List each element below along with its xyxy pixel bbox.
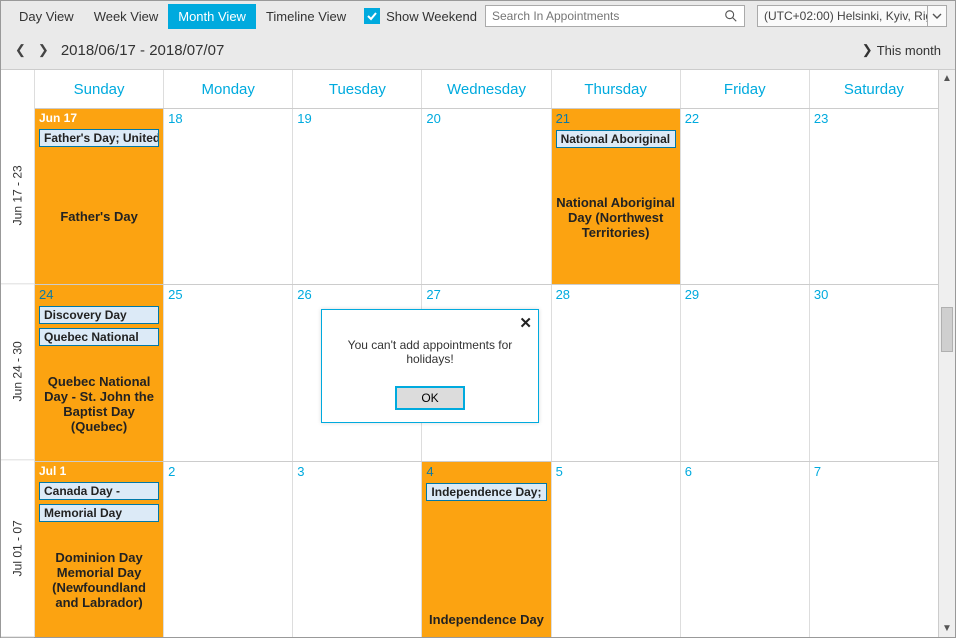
day-number: 20: [422, 109, 550, 128]
appointment[interactable]: National Aboriginal: [556, 130, 676, 148]
day-number: 2: [164, 462, 292, 481]
row-label: Jun 24 - 30: [1, 284, 34, 460]
next-button[interactable]: ❯: [38, 42, 49, 58]
toolbar: Day ViewWeek ViewMonth ViewTimeline View…: [1, 1, 955, 31]
row-label: Jun 17 - 23: [1, 108, 34, 284]
chevron-down-icon: [927, 6, 942, 26]
search-field[interactable]: [492, 9, 724, 23]
day-number: 3: [293, 462, 421, 481]
day-cell[interactable]: 7: [809, 462, 938, 637]
day-number: 5: [552, 462, 680, 481]
appointment[interactable]: Quebec National: [39, 328, 159, 346]
day-cell[interactable]: 25: [163, 285, 292, 460]
day-header: Thursday: [551, 70, 680, 108]
scroll-down-icon[interactable]: ▼: [939, 620, 955, 637]
day-headers: SundayMondayTuesdayWednesdayThursdayFrid…: [35, 70, 938, 108]
day-header: Sunday: [35, 70, 163, 108]
day-cell[interactable]: 24 Discovery Day Quebec National Quebec Nat…: [35, 285, 163, 460]
appointment[interactable]: Memorial Day: [39, 504, 159, 522]
search-icon[interactable]: [724, 9, 738, 23]
day-cell[interactable]: 4 Independence Day; Independence Day: [421, 462, 550, 637]
day-number: 26: [293, 285, 421, 304]
view-timeline-view[interactable]: Timeline View: [256, 4, 356, 29]
scroll-track[interactable]: [939, 87, 955, 620]
view-day-view[interactable]: Day View: [9, 4, 84, 29]
ok-button[interactable]: OK: [395, 386, 465, 410]
day-cell[interactable]: 5: [551, 462, 680, 637]
day-number: 24: [35, 285, 163, 304]
close-icon[interactable]: ✕: [519, 314, 532, 332]
appointment[interactable]: Father's Day; United: [39, 129, 159, 147]
search-input[interactable]: [485, 5, 745, 27]
day-cell[interactable]: 28: [551, 285, 680, 460]
day-cell[interactable]: Jun 17 Father's Day; United Father's Day: [35, 109, 163, 284]
day-cell[interactable]: 23: [809, 109, 938, 284]
day-cell[interactable]: 6: [680, 462, 809, 637]
day-number: 19: [293, 109, 421, 128]
prev-button[interactable]: ❮: [15, 42, 26, 58]
day-number: 4: [422, 462, 550, 481]
holiday-title: Dominion Day Memorial Day (Newfoundland …: [35, 546, 163, 614]
day-cell[interactable]: 21 National Aboriginal National Aboriginal…: [551, 109, 680, 284]
day-cell[interactable]: 18: [163, 109, 292, 284]
day-header: Friday: [680, 70, 809, 108]
timezone-select[interactable]: (UTC+02:00) Helsinki, Kyiv, Riga, S: [757, 5, 947, 27]
day-number: 30: [810, 285, 938, 304]
day-cell[interactable]: 22: [680, 109, 809, 284]
day-cell[interactable]: 29: [680, 285, 809, 460]
day-number: 23: [810, 109, 938, 128]
date-range: 2018/06/17 - 2018/07/07: [61, 42, 224, 59]
calendar-app: Day ViewWeek ViewMonth ViewTimeline View…: [0, 0, 956, 638]
day-number: 29: [681, 285, 809, 304]
day-number: 28: [552, 285, 680, 304]
day-cell[interactable]: 2: [163, 462, 292, 637]
day-cell[interactable]: 20: [421, 109, 550, 284]
day-number: 22: [681, 109, 809, 128]
show-weekend-label: Show Weekend: [386, 9, 477, 24]
day-number: 27: [422, 285, 550, 304]
day-number: 21: [552, 109, 680, 128]
timezone-value: (UTC+02:00) Helsinki, Kyiv, Riga, S: [764, 9, 927, 23]
calendar-row: Jun 17 Father's Day; United Father's Day 18…: [35, 108, 938, 284]
alert-dialog: ✕ You can't add appointments for holiday…: [321, 309, 539, 423]
row-labels: Jun 17 - 23Jun 24 - 30Jul 01 - 07: [1, 70, 35, 637]
day-number: 18: [164, 109, 292, 128]
day-cell[interactable]: 30: [809, 285, 938, 460]
appointment[interactable]: Independence Day;: [426, 483, 546, 501]
holiday-title: Independence Day: [422, 608, 550, 631]
day-number: Jun 17: [35, 109, 163, 127]
dialog-message: You can't add appointments for holidays!: [322, 310, 538, 376]
calendar-row: Jul 1 Canada Day - Memorial Day Dominion Da…: [35, 461, 938, 637]
chevron-right-icon: ❯: [862, 42, 873, 58]
day-cell[interactable]: Jul 1 Canada Day - Memorial Day Dominion Da…: [35, 462, 163, 637]
day-header: Tuesday: [292, 70, 421, 108]
this-month-button[interactable]: ❯ This month: [862, 42, 941, 58]
view-month-view[interactable]: Month View: [168, 4, 256, 29]
show-weekend-checkbox[interactable]: Show Weekend: [364, 8, 477, 24]
scroll-up-icon[interactable]: ▲: [939, 70, 955, 87]
nav-bar: ❮ ❯ 2018/06/17 - 2018/07/07 ❯ This month: [1, 31, 955, 69]
holiday-title: Father's Day: [35, 205, 163, 228]
day-header: Saturday: [809, 70, 938, 108]
row-label: Jul 01 - 07: [1, 461, 34, 637]
holiday-title: National Aboriginal Day (Northwest Terri…: [552, 191, 680, 244]
day-header: Wednesday: [421, 70, 550, 108]
appointment[interactable]: Canada Day -: [39, 482, 159, 500]
appointment[interactable]: Discovery Day: [39, 306, 159, 324]
holiday-title: Quebec National Day - St. John the Bapti…: [35, 370, 163, 438]
day-cell[interactable]: 19: [292, 109, 421, 284]
scroll-thumb[interactable]: [941, 307, 953, 352]
day-number: 7: [810, 462, 938, 481]
day-header: Monday: [163, 70, 292, 108]
day-number: 6: [681, 462, 809, 481]
checkmark-icon: [364, 8, 380, 24]
scrollbar[interactable]: ▲ ▼: [938, 70, 955, 637]
day-number: Jul 1: [35, 462, 163, 480]
day-number: 25: [164, 285, 292, 304]
day-cell[interactable]: 3: [292, 462, 421, 637]
view-week-view[interactable]: Week View: [84, 4, 169, 29]
